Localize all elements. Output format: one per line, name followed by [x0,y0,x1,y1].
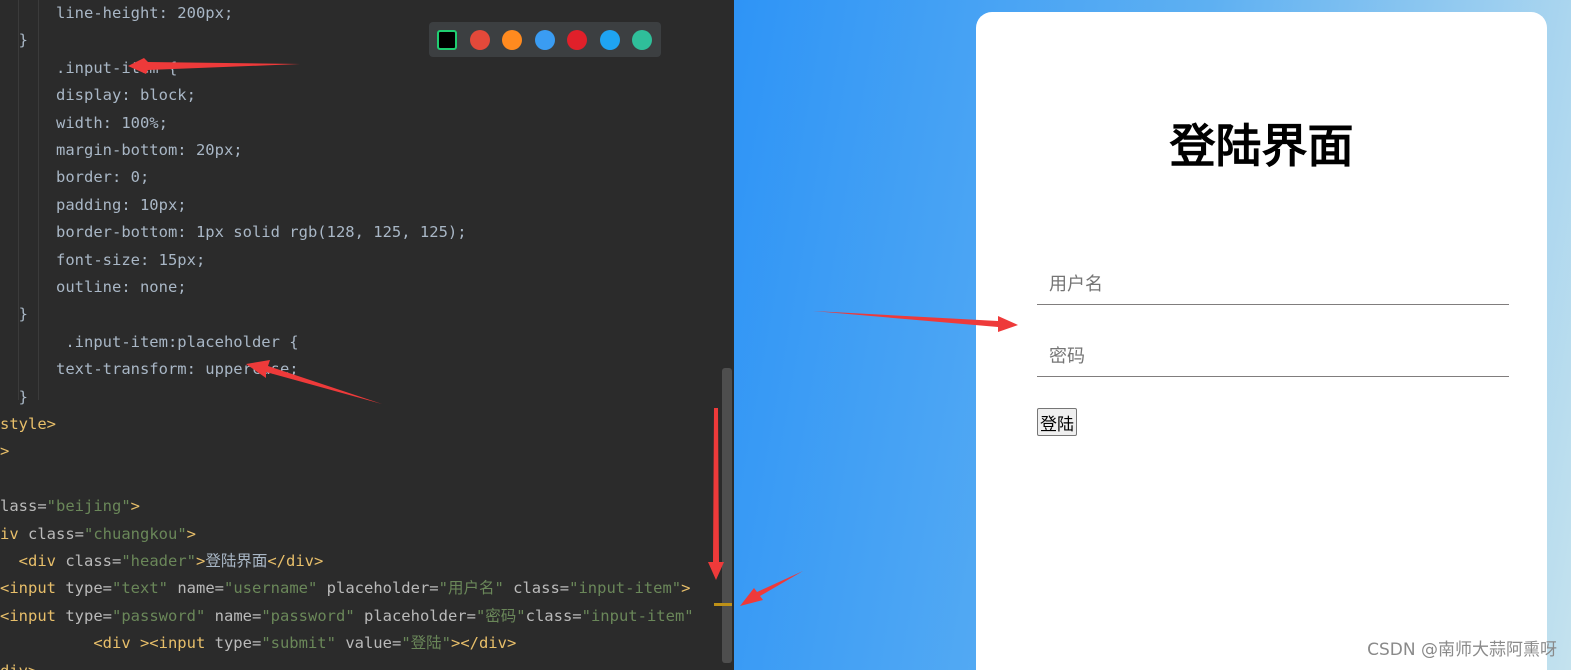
red-arrow-4 [708,408,724,580]
annotation-arrows [128,58,1018,606]
red-arrow-3 [813,311,1018,332]
red-arrow-2 [246,360,382,404]
red-arrow-5 [740,571,803,606]
red-arrow-1 [128,58,300,74]
